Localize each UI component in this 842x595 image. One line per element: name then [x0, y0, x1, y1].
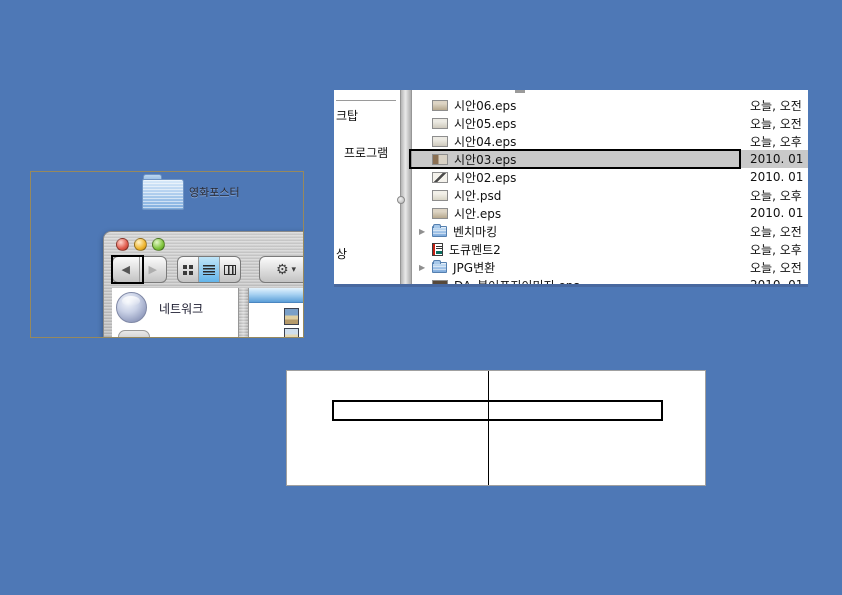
pane-divider[interactable]: [238, 288, 249, 338]
file-row[interactable]: ▶ 벤치마킹 오늘, 오전: [412, 222, 808, 240]
file-icon: [432, 208, 448, 219]
file-date: 2010. 01: [750, 278, 803, 287]
close-button[interactable]: [116, 238, 129, 251]
finder-window: ◀ ▶ ⚙ ▾ 네트워크: [103, 231, 304, 338]
file-icon: [432, 190, 448, 201]
disclosure-triangle-icon[interactable]: ▶: [412, 263, 432, 272]
selected-row-highlight-box: [409, 149, 741, 169]
finder-window-body: 네트워크: [112, 288, 304, 338]
file-date: 오늘, 오전: [750, 97, 802, 114]
document-canvas-fragment: [286, 370, 706, 486]
file-row[interactable]: ▶ 시안05.eps 오늘, 오전: [412, 114, 808, 132]
action-button[interactable]: ⚙ ▾: [259, 256, 304, 283]
clipped-icon-fragment: [515, 90, 525, 93]
disclosure-triangle-icon[interactable]: ▶: [412, 227, 432, 236]
column-view-button[interactable]: [219, 257, 240, 282]
icon-view-button[interactable]: [178, 257, 198, 282]
icon-view-icon: [183, 265, 193, 275]
view-mode-group: [177, 256, 241, 283]
file-rows: ▶ 시안06.eps 오늘, 오전 ▶ 시안05.eps 오늘, 오전 ▶ 시안…: [412, 96, 808, 287]
back-button-highlight-box: [111, 255, 144, 284]
sidebar-item-network[interactable]: 네트워크: [159, 300, 203, 317]
file-icon: [432, 280, 448, 288]
network-globe-icon: [116, 292, 147, 323]
file-name: JPG변환: [453, 259, 495, 276]
file-list-fragment: 크탑 프로그램 상 ▶ 시안06.eps 오늘, 오전 ▶ 시안05.eps 오…: [334, 90, 808, 287]
finder-file-pane: [249, 288, 304, 338]
gear-icon: ⚙: [276, 263, 289, 277]
file-icon: [432, 118, 448, 129]
file-date: 오늘, 오후: [750, 133, 802, 150]
sidebar-item-programs[interactable]: 프로그램: [344, 144, 388, 161]
file-name: 도큐멘트2: [449, 241, 501, 258]
file-name: 벤치마킹: [453, 223, 497, 240]
hard-disk-icon: [118, 330, 150, 338]
file-row[interactable]: ▶ DA_북어표지이미지.eps 2010. 01: [412, 276, 808, 287]
file-date: 2010. 01: [750, 170, 803, 184]
photo-thumbnail-icon: [284, 308, 299, 325]
file-name: 시안.psd: [454, 187, 501, 204]
folder-icon[interactable]: [142, 174, 184, 210]
file-date: 오늘, 오전: [750, 223, 802, 240]
rectangle-outline-shape: [332, 400, 663, 421]
column-header: [249, 288, 304, 303]
file-date: 2010. 01: [750, 206, 803, 220]
folder-icon-body: [142, 179, 184, 210]
file-row[interactable]: ▶ 시안04.eps 오늘, 오후: [412, 132, 808, 150]
splitter-knob[interactable]: [397, 196, 405, 204]
photo-thumbnail-icon: [284, 328, 299, 338]
column-view-icon: [224, 265, 236, 275]
file-name: 시안04.eps: [454, 133, 516, 150]
list-view-button[interactable]: [198, 257, 219, 282]
file-name: 시안06.eps: [454, 97, 516, 114]
center-vertical-guide-line: [488, 371, 489, 485]
folder-icon: [432, 262, 447, 273]
file-row[interactable]: ▶ JPG변환 오늘, 오전: [412, 258, 808, 276]
zoom-button[interactable]: [152, 238, 165, 251]
minimize-button[interactable]: [134, 238, 147, 251]
sidebar-item[interactable]: 상: [336, 245, 347, 262]
list-view-icon: [203, 265, 215, 275]
sidebar-divider: [336, 100, 396, 101]
file-date: 오늘, 오전: [750, 259, 802, 276]
chevron-down-icon: ▾: [292, 265, 297, 275]
file-name: 시안02.eps: [454, 169, 516, 186]
finder-sidebar: 네트워크: [112, 288, 238, 338]
file-icon: [432, 100, 448, 111]
file-row[interactable]: ▶ 시안.eps 2010. 01: [412, 204, 808, 222]
file-icon: [432, 136, 448, 147]
file-row[interactable]: ▶ 시안.psd 오늘, 오후: [412, 186, 808, 204]
pane-splitter[interactable]: [400, 90, 412, 284]
file-name: 시안05.eps: [454, 115, 516, 132]
file-row[interactable]: ▶ 시안06.eps 오늘, 오전: [412, 96, 808, 114]
file-name: 시안.eps: [454, 205, 501, 222]
file-date: 오늘, 오후: [750, 241, 802, 258]
forward-icon: ▶: [149, 263, 157, 276]
file-date: 오늘, 오후: [750, 187, 802, 204]
sidebar-item-desktop[interactable]: 크탑: [336, 107, 358, 124]
file-date: 2010. 01: [750, 152, 803, 166]
file-name: DA_북어표지이미지.eps: [454, 277, 580, 288]
file-icon: [432, 172, 448, 183]
desktop-screenshot-fragment: 영화포스터 ◀ ▶ ⚙ ▾: [30, 171, 304, 338]
folder-label[interactable]: 영화포스터: [189, 184, 240, 200]
file-date: 오늘, 오전: [750, 115, 802, 132]
file-row[interactable]: ▶ 도큐멘트2 오늘, 오후: [412, 240, 808, 258]
folder-icon: [432, 226, 447, 237]
document-icon: [432, 243, 443, 256]
file-row[interactable]: ▶ 시안02.eps 2010. 01: [412, 168, 808, 186]
